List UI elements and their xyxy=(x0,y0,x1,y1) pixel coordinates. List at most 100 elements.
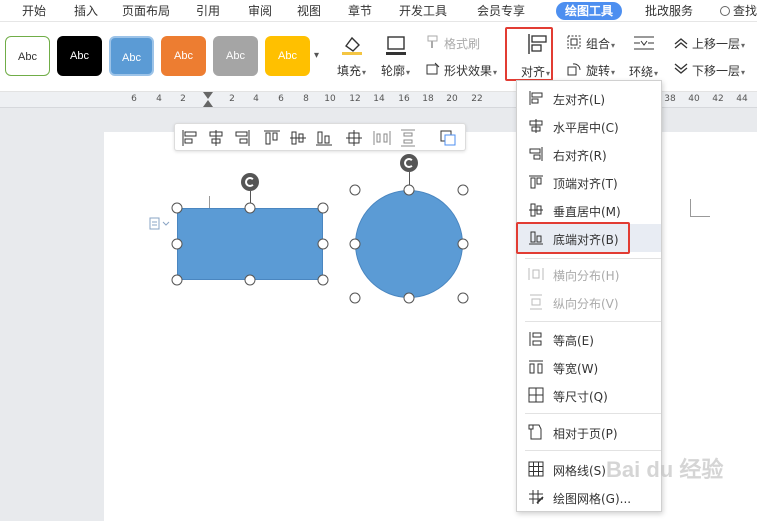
menu-item-align-top[interactable]: 顶端对齐(T) xyxy=(518,168,661,196)
resize-handle[interactable] xyxy=(317,202,329,214)
rectangle-shape[interactable] xyxy=(177,208,323,280)
resize-handle[interactable] xyxy=(244,274,256,286)
tab-member[interactable]: 会员专享 xyxy=(477,2,525,20)
resize-handle[interactable] xyxy=(349,184,361,196)
menu-item-align-center[interactable]: 水平居中(C) xyxy=(518,112,661,140)
circle-rotate-handle-icon[interactable] xyxy=(400,154,418,172)
group-button[interactable]: 组合▾ xyxy=(586,35,615,52)
menu-item-align-middle[interactable]: 垂直居中(M) xyxy=(518,196,661,224)
indent-marker-lower-icon[interactable] xyxy=(203,100,213,107)
menu-item-label: 垂直居中(M) xyxy=(553,205,621,219)
resize-handle[interactable] xyxy=(317,274,329,286)
toolbar-align-center-icon[interactable] xyxy=(207,129,225,147)
shape-effects-button[interactable]: 形状效果▾ xyxy=(444,62,497,79)
format-brush-icon xyxy=(427,35,438,48)
resize-handle[interactable] xyxy=(457,184,469,196)
rotate-button[interactable]: 旋转▾ xyxy=(586,62,615,79)
menu-item-distribute-vertical[interactable]: 纵向分布(V) xyxy=(518,288,661,316)
toolbar-center-both-icon[interactable] xyxy=(345,129,363,147)
shape-style-1[interactable]: Abc xyxy=(5,36,50,76)
toolbar-align-right-icon[interactable] xyxy=(233,129,251,147)
resize-handle[interactable] xyxy=(349,292,361,304)
toolbar-align-middle-icon[interactable] xyxy=(289,129,307,147)
align-middle-icon xyxy=(529,203,543,217)
resize-handle[interactable] xyxy=(317,238,329,250)
menu-item-equal-width[interactable]: 等宽(W) xyxy=(518,353,661,381)
menu-item-equal-size[interactable]: 等尺寸(Q) xyxy=(518,381,661,409)
menu-item-label: 水平居中(C) xyxy=(553,121,619,135)
resize-handle[interactable] xyxy=(171,238,183,250)
ruler-tick: 12 xyxy=(349,94,361,104)
menu-item-relative-to-page[interactable]: 相对于页(P) xyxy=(518,418,661,446)
tab-review-service[interactable]: 批改服务 xyxy=(645,2,693,20)
tab-start[interactable]: 开始 xyxy=(22,2,46,20)
format-brush-button[interactable]: 格式刷 xyxy=(444,35,480,52)
tab-insert[interactable]: 插入 xyxy=(74,2,98,20)
menu-item-label: 右对齐(R) xyxy=(553,149,607,163)
toolbar-more-align-icon[interactable] xyxy=(439,129,457,147)
ruler-tick: 2 xyxy=(180,94,186,104)
menu-item-label: 顶端对齐(T) xyxy=(553,177,618,191)
search-icon xyxy=(719,6,730,16)
menu-item-drawing-grid[interactable]: 绘图网格(G)... xyxy=(518,483,661,511)
group-icon xyxy=(567,35,581,49)
toolbar-distribute-horizontal-icon[interactable] xyxy=(373,129,391,147)
shape-style-4[interactable]: Abc xyxy=(161,36,206,76)
resize-handle[interactable] xyxy=(457,292,469,304)
shape-style-6[interactable]: Abc xyxy=(265,36,310,76)
outline-button[interactable]: 轮廓▾ xyxy=(381,62,410,79)
menu-item-label: 等宽(W) xyxy=(553,362,599,376)
resize-handle[interactable] xyxy=(403,292,415,304)
resize-handle[interactable] xyxy=(403,184,415,196)
rectangle-rotate-handle-icon[interactable] xyxy=(241,173,259,191)
resize-handle[interactable] xyxy=(171,202,183,214)
menu-item-distribute-horizontal[interactable]: 横向分布(H) xyxy=(518,260,661,288)
tab-review[interactable]: 审阅 xyxy=(248,2,272,20)
toolbar-align-bottom-icon[interactable] xyxy=(315,129,333,147)
resize-handle[interactable] xyxy=(457,238,469,250)
align-top-icon xyxy=(529,175,543,189)
align-button-highlight xyxy=(505,27,553,81)
layout-options-icon[interactable] xyxy=(149,217,171,231)
shape-style-3[interactable]: Abc xyxy=(109,36,154,76)
move-down-button[interactable]: 下移一层▾ xyxy=(692,62,745,79)
tab-drawing-tools[interactable]: 绘图工具 xyxy=(556,2,623,20)
relative-to-page-icon xyxy=(528,424,542,440)
search-box[interactable]: 查找 xyxy=(719,2,757,19)
resize-handle[interactable] xyxy=(244,202,256,214)
menu-item-equal-height[interactable]: 等高(E) xyxy=(518,325,661,353)
ruler-tick: 2 xyxy=(229,94,235,104)
shape-style-5[interactable]: Abc xyxy=(213,36,258,76)
fill-button[interactable]: 填充▾ xyxy=(337,62,366,79)
ruler-tick: 20 xyxy=(446,94,458,104)
tab-page-layout[interactable]: 页面布局 xyxy=(122,2,170,20)
toolbar-align-left-icon[interactable] xyxy=(181,129,199,147)
align-dropdown-menu: 左对齐(L) 水平居中(C) 右对齐(R) 顶端对齐(T) 垂直居中(M) 底端… xyxy=(516,80,662,512)
menu-separator xyxy=(525,258,661,259)
menu-item-label: 绘图网格(G)... xyxy=(553,492,632,506)
ruler-tick: 6 xyxy=(131,94,137,104)
wrap-button[interactable]: 环绕▾ xyxy=(629,63,658,80)
resize-handle[interactable] xyxy=(349,238,361,250)
fill-icon xyxy=(342,36,362,55)
toolbar-distribute-vertical-icon[interactable] xyxy=(399,129,417,147)
circle-shape[interactable] xyxy=(355,190,463,298)
shape-style-2[interactable]: Abc xyxy=(57,36,102,76)
tab-developer[interactable]: 开发工具 xyxy=(399,2,447,20)
resize-handle[interactable] xyxy=(171,274,183,286)
tab-references[interactable]: 引用 xyxy=(196,2,220,20)
toolbar-align-top-icon[interactable] xyxy=(263,129,281,147)
indent-marker-icon[interactable] xyxy=(203,92,213,99)
menu-item-align-left[interactable]: 左对齐(L) xyxy=(518,84,661,112)
ruler-tick: 8 xyxy=(303,94,309,104)
menu-item-align-right[interactable]: 右对齐(R) xyxy=(518,140,661,168)
menu-item-label: 等高(E) xyxy=(553,334,594,348)
equal-width-icon xyxy=(529,360,543,374)
move-up-button[interactable]: 上移一层▾ xyxy=(692,35,745,52)
tab-chapter[interactable]: 章节 xyxy=(348,2,372,20)
menu-tab-bar: 开始 插入 页面布局 引用 审阅 视图 章节 开发工具 会员专享 绘图工具 批改… xyxy=(0,0,757,22)
ruler-tick: 44 xyxy=(736,94,748,104)
gridlines-icon xyxy=(528,461,544,477)
tab-view[interactable]: 视图 xyxy=(297,2,321,20)
styles-more-icon[interactable]: ▾ xyxy=(314,50,319,61)
